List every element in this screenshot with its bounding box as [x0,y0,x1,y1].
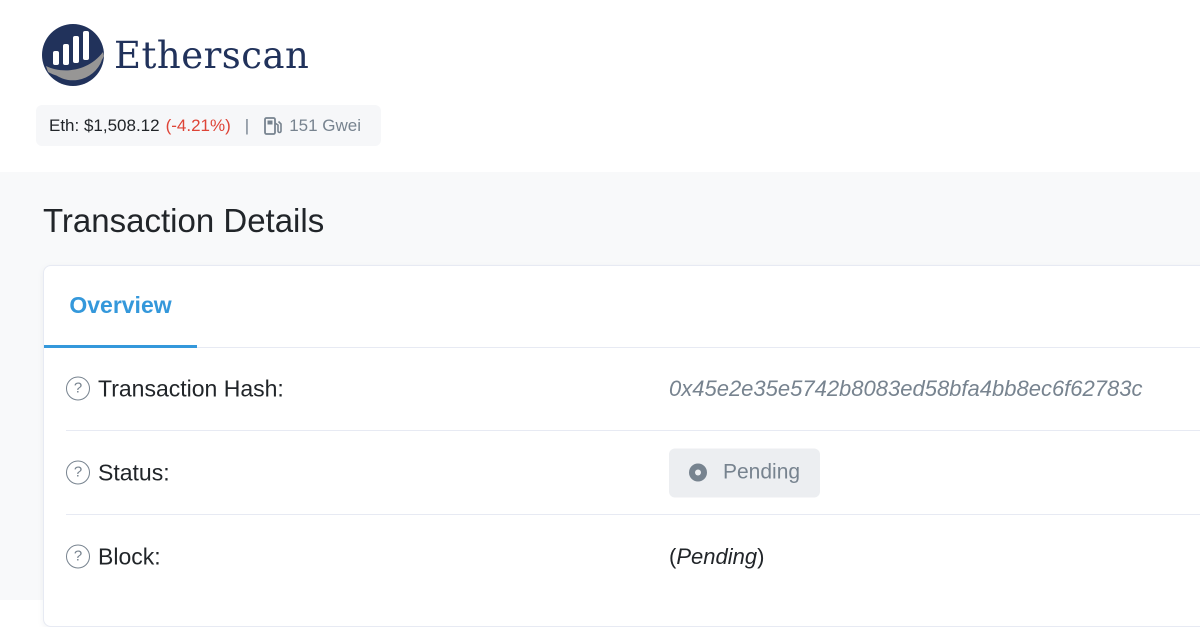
brand-name: Etherscan [114,33,310,77]
block-paren-close: ) [757,543,765,569]
etherscan-logo-icon [42,24,104,86]
eth-price[interactable]: Eth: $1,508.12 [49,116,160,136]
etherscan-logo[interactable]: Etherscan [40,22,309,88]
detail-row-transaction-hash: ? Transaction Hash: 0x45e2e35e5742b8083e… [66,347,1200,431]
detail-row-block: ? Block: (Pending) [66,515,1200,598]
transaction-hash-value[interactable]: 0x45e2e35e5742b8083ed58bfa4bb8ec6f62783c [669,376,1142,402]
site-header: Etherscan Eth: $1,508.12 (-4.21%) | 151 … [0,0,1200,172]
status-value: Pending [669,448,821,497]
transaction-hash-label: Transaction Hash: [98,375,284,401]
help-icon[interactable]: ? [66,460,90,485]
transaction-details-card: Overview ? Transaction Hash: 0x45e2e35e5… [43,265,1200,627]
price-separator: | [244,115,250,135]
block-label-group: ? Block: [66,543,161,570]
main-content: Transaction Details Overview ? Transacti… [0,172,1200,627]
detail-row-status: ? Status: Pending [66,431,1200,515]
tab-overview[interactable]: Overview [44,266,197,348]
block-label: Block: [98,543,161,569]
eth-price-change: (-4.21%) [165,115,231,135]
help-icon[interactable]: ? [66,544,90,569]
status-badge: Pending [669,448,821,497]
block-value: (Pending) [669,544,764,570]
block-pending-text: Pending [676,543,758,569]
status-label: Status: [98,459,170,485]
tab-bar: Overview [44,266,1200,348]
transaction-hash-label-group: ? Transaction Hash: [66,375,284,402]
status-text: Pending [723,460,801,484]
gas-pump-icon [264,116,283,135]
gas-price[interactable]: 151 Gwei [289,116,361,136]
status-label-group: ? Status: [66,459,170,486]
help-icon[interactable]: ? [66,376,90,401]
page-title: Transaction Details [43,202,325,239]
eth-price-bar: Eth: $1,508.12 (-4.21%) | 151 Gwei [36,105,382,146]
pending-icon [689,463,707,482]
